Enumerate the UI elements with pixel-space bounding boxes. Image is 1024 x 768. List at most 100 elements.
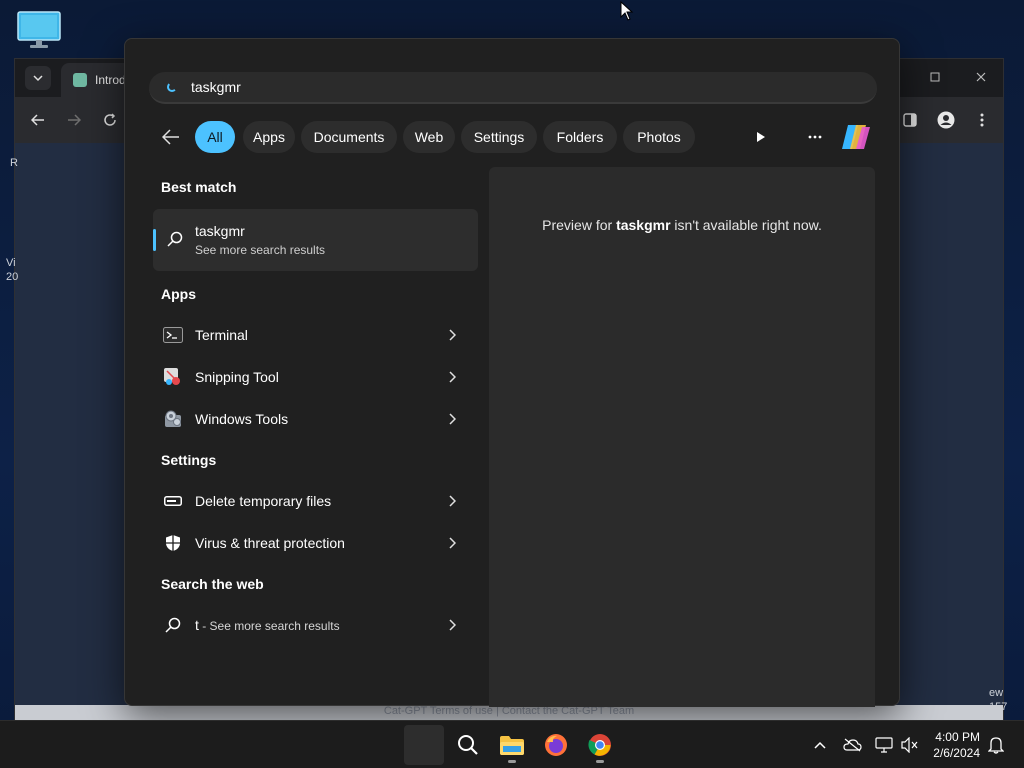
taskbar-file-explorer[interactable] [492,725,532,765]
taskbar-clock[interactable]: 4:00 PM 2/6/2024 [933,729,980,761]
side-panel-button[interactable] [899,109,921,131]
search-box[interactable] [149,72,877,104]
chevron-right-icon[interactable] [444,617,460,633]
page-footer-links[interactable]: Cat-GPT Terms of use | Contact the Cat-G… [15,705,1003,721]
running-indicator [508,760,516,763]
setting-result-virus-protection[interactable]: Virus & threat protection [153,523,478,563]
mouse-cursor-icon [620,1,634,21]
volume-muted-icon [901,737,918,753]
app-result-windows-tools[interactable]: Windows Tools [153,399,478,439]
chevron-up-icon [814,741,826,749]
preview-prefix: Preview for [542,217,617,233]
bg-text-left-2: Vi [6,257,16,269]
reload-button[interactable] [99,109,121,131]
web-query-suffix: - See more search results [198,619,340,633]
app-result-snipping-tool[interactable]: Snipping Tool [153,357,478,397]
filter-documents[interactable]: Documents [301,121,397,153]
chrome-icon [588,734,611,756]
copilot-button[interactable] [839,122,873,152]
bell-icon [988,737,1004,754]
preview-message: Preview for taskgmr isn't available righ… [489,217,875,233]
loading-spinner-icon [167,82,177,92]
setting-result-label: Delete temporary files [195,493,332,509]
app-result-label: Snipping Tool [195,369,279,385]
close-icon [976,72,986,82]
notifications-button[interactable] [986,735,1006,755]
preview-term: taskgmr [616,217,671,233]
chevron-right-icon[interactable] [444,535,460,551]
web-heading: Search the web [161,576,264,592]
monitor-icon [17,11,61,48]
chevron-down-icon [33,75,43,82]
windows-tools-icon [163,409,183,429]
setting-result-label: Virus & threat protection [195,535,345,551]
search-icon [163,615,183,635]
best-match-title: taskgmr [195,223,245,239]
more-vertical-icon [980,113,984,127]
taskbar-chrome[interactable] [580,725,620,765]
profile-icon [937,111,955,129]
reload-icon [104,113,116,126]
search-back-button[interactable] [159,125,183,149]
preview-suffix: isn't available right now. [670,217,822,233]
close-window-button[interactable] [971,67,991,87]
apps-heading: Apps [161,286,196,302]
network-tray-button[interactable] [874,735,894,755]
bg-text-left-1: R [10,157,18,169]
best-match-item[interactable]: taskgmr See more search results [153,209,478,271]
volume-tray-button[interactable] [900,735,920,755]
start-search-panel: All Apps Documents Web Settings Folders … [124,38,900,707]
profile-button[interactable] [935,109,957,131]
maximize-button[interactable] [925,67,945,87]
filter-all[interactable]: All [195,121,235,153]
chevron-right-icon[interactable] [444,493,460,509]
copilot-icon [842,125,870,149]
side-panel-icon [903,113,917,127]
app-result-terminal[interactable]: Terminal [153,315,478,355]
this-pc-desktop-icon[interactable] [16,10,62,50]
settings-heading: Settings [161,452,217,468]
taskbar-firefox[interactable] [536,725,576,765]
clock-date: 2/6/2024 [933,746,980,760]
storage-icon [163,491,183,511]
search-filter-bar: All Apps Documents Web Settings Folders … [159,121,879,153]
arrow-left-icon [162,129,179,145]
arrow-left-icon [31,114,44,126]
selection-indicator [153,229,156,251]
tab-search-button[interactable] [25,66,51,90]
folder-icon [500,736,524,755]
maximize-icon [930,72,940,82]
show-hidden-icons-button[interactable] [810,735,830,755]
preview-pane: Preview for taskgmr isn't available righ… [489,167,875,707]
more-horizontal-icon [808,135,822,139]
more-filters-play-button[interactable] [749,125,773,149]
firefox-icon [545,734,567,756]
search-icon [167,231,183,247]
filter-web[interactable]: Web [403,121,455,153]
setting-result-delete-temp-files[interactable]: Delete temporary files [153,481,478,521]
web-result[interactable]: t - See more search results [153,605,478,645]
bg-text-right-1: ew [989,687,1004,699]
cat-favicon-icon [73,73,87,87]
filter-photos[interactable]: Photos [623,121,695,153]
terminal-icon [163,325,183,345]
chevron-right-icon[interactable] [444,369,460,385]
shield-icon [163,533,183,553]
filter-settings[interactable]: Settings [461,121,537,153]
browser-menu-button[interactable] [971,109,993,131]
app-result-label: Windows Tools [195,411,289,427]
search-input[interactable] [191,79,791,95]
forward-nav-button[interactable] [63,109,85,131]
onedrive-tray-button[interactable] [842,735,862,755]
search-icon [458,735,478,755]
filter-folders[interactable]: Folders [543,121,617,153]
back-nav-button[interactable] [27,109,49,131]
cloud-off-icon [843,738,862,752]
chevron-right-icon[interactable] [444,411,460,427]
taskbar-search-button[interactable] [448,725,488,765]
more-options-button[interactable] [803,125,827,149]
filter-apps[interactable]: Apps [243,121,295,153]
network-icon [875,737,893,753]
chevron-right-icon[interactable] [444,327,460,343]
start-button[interactable] [404,725,444,765]
